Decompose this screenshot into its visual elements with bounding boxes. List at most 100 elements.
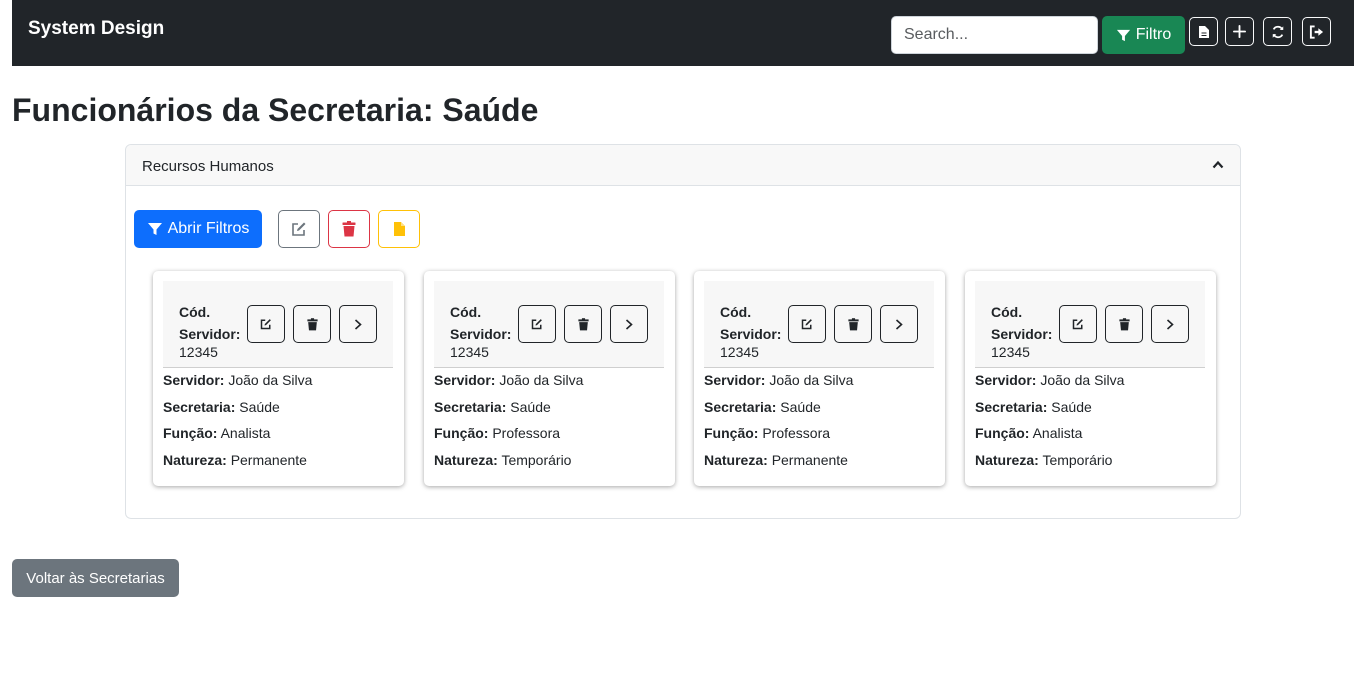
card-edit-button[interactable] — [518, 305, 556, 343]
chevron-right-icon — [1166, 318, 1174, 330]
secretaria-value: Saúde — [780, 398, 821, 415]
file-button[interactable] — [1189, 17, 1218, 46]
card-open-button[interactable] — [1151, 305, 1189, 343]
abrir-filtros-label: Abrir Filtros — [167, 220, 250, 237]
voltar-button[interactable]: Voltar às Secretarias — [12, 559, 179, 597]
filtro-button[interactable]: Filtro — [1102, 16, 1185, 54]
filter-icon — [147, 223, 162, 235]
card-body: Servidor: João da Silva Secretaria: Saúd… — [434, 371, 669, 477]
accordion-header[interactable]: Recursos Humanos — [126, 145, 1240, 186]
chevron-up-icon — [1212, 160, 1224, 169]
card-body: Servidor: João da Silva Secretaria: Saúd… — [975, 371, 1210, 477]
refresh-button[interactable] — [1263, 17, 1292, 46]
filtro-label: Filtro — [1135, 26, 1172, 43]
search-input[interactable] — [891, 16, 1098, 54]
funcao-row: Função: Professora — [434, 425, 561, 442]
trash-icon — [306, 317, 318, 330]
secretaria-row: Secretaria: Saúde — [434, 398, 551, 415]
trash-icon — [342, 221, 356, 237]
natureza-value: Temporário — [501, 451, 572, 468]
cod-servidor-value: 12345 — [991, 344, 1030, 360]
file-button[interactable] — [378, 210, 420, 248]
servidor-value: João da Silva — [228, 372, 313, 388]
card-header: Cód. Servidor: 12345 — [975, 281, 1205, 368]
edit-icon — [1072, 319, 1083, 330]
card-body: Servidor: João da Silva Secretaria: Saúd… — [163, 371, 398, 477]
add-button[interactable] — [1225, 17, 1254, 46]
chevron-right-icon — [625, 318, 633, 330]
natureza-value: Permanente — [771, 451, 848, 468]
employee-card: Cód. Servidor: 12345 Servidor: João da S… — [694, 271, 945, 486]
card-header: Cód. Servidor: 12345 — [704, 281, 934, 368]
secretaria-value: Saúde — [1051, 398, 1092, 415]
edit-icon — [801, 319, 812, 330]
brand[interactable]: System Design — [28, 18, 164, 40]
funcao-value: Professora — [492, 425, 561, 442]
card-edit-button[interactable] — [247, 305, 285, 343]
cod-servidor-label: Cód. Servidor: — [450, 304, 512, 342]
card-delete-button[interactable] — [834, 305, 872, 343]
funcao-row: Função: Professora — [704, 425, 831, 442]
cod-servidor-value: 12345 — [179, 344, 218, 360]
funcao-row: Função: Analista — [975, 425, 1083, 442]
edit-icon — [292, 222, 306, 236]
card-delete-button[interactable] — [564, 305, 602, 343]
natureza-value: Temporário — [1042, 451, 1113, 468]
servidor-row: Servidor: João da Silva — [975, 372, 1125, 388]
employee-card: Cód. Servidor: 12345 Servidor: João da S… — [424, 271, 675, 486]
servidor-value: João da Silva — [1040, 372, 1125, 388]
delete-button[interactable] — [328, 210, 370, 248]
abrir-filtros-button[interactable]: Abrir Filtros — [134, 210, 262, 248]
employee-card: Cód. Servidor: 12345 Servidor: João da S… — [153, 271, 404, 486]
servidor-row: Servidor: João da Silva — [434, 372, 584, 388]
card-edit-button[interactable] — [788, 305, 826, 343]
file-icon — [393, 222, 405, 236]
funcao-value: Analista — [1032, 425, 1083, 442]
trash-icon — [847, 317, 859, 330]
logout-icon — [1309, 24, 1324, 39]
chevron-right-icon — [354, 318, 362, 330]
servidor-row: Servidor: João da Silva — [704, 372, 854, 388]
card-open-button[interactable] — [610, 305, 648, 343]
accordion-title: Recursos Humanos — [142, 158, 274, 175]
cod-servidor-label: Cód. Servidor: — [991, 304, 1053, 342]
secretaria-value: Saúde — [510, 398, 551, 415]
natureza-row: Natureza: Temporário — [975, 451, 1113, 468]
filter-icon — [1116, 29, 1130, 41]
card-body: Servidor: João da Silva Secretaria: Saúd… — [704, 371, 939, 477]
natureza-row: Natureza: Temporário — [434, 451, 572, 468]
card-edit-button[interactable] — [1059, 305, 1097, 343]
card-open-button[interactable] — [880, 305, 918, 343]
funcao-value: Professora — [762, 425, 831, 442]
secretaria-row: Secretaria: Saúde — [704, 398, 821, 415]
edit-icon — [531, 319, 542, 330]
secretaria-row: Secretaria: Saúde — [163, 398, 280, 415]
cod-servidor-value: 12345 — [720, 344, 759, 360]
cod-servidor-label: Cód. Servidor: — [179, 304, 241, 342]
trash-icon — [577, 317, 589, 330]
servidor-value: João da Silva — [499, 372, 584, 388]
edit-icon — [260, 319, 271, 330]
card-header: Cód. Servidor: 12345 — [434, 281, 664, 368]
secretaria-value: Saúde — [239, 398, 280, 415]
secretaria-row: Secretaria: Saúde — [975, 398, 1092, 415]
natureza-row: Natureza: Permanente — [704, 451, 848, 468]
logout-button[interactable] — [1302, 17, 1331, 46]
natureza-value: Permanente — [230, 451, 307, 468]
accordion-recursos-humanos: Recursos Humanos Abrir Filtros Cód. Serv… — [125, 144, 1241, 519]
card-open-button[interactable] — [339, 305, 377, 343]
trash-icon — [1118, 317, 1130, 330]
cod-servidor-label: Cód. Servidor: — [720, 304, 782, 342]
edit-button[interactable] — [278, 210, 320, 248]
employee-card: Cód. Servidor: 12345 Servidor: João da S… — [965, 271, 1216, 486]
funcao-row: Função: Analista — [163, 425, 271, 442]
file-icon — [1198, 25, 1209, 38]
cod-servidor-value: 12345 — [450, 344, 489, 360]
refresh-icon — [1272, 25, 1283, 38]
card-delete-button[interactable] — [1105, 305, 1143, 343]
funcao-value: Analista — [220, 425, 271, 442]
card-delete-button[interactable] — [293, 305, 331, 343]
page-title: Funcionários da Secretaria: Saúde — [12, 92, 539, 128]
servidor-row: Servidor: João da Silva — [163, 372, 313, 388]
servidor-value: João da Silva — [769, 372, 854, 388]
